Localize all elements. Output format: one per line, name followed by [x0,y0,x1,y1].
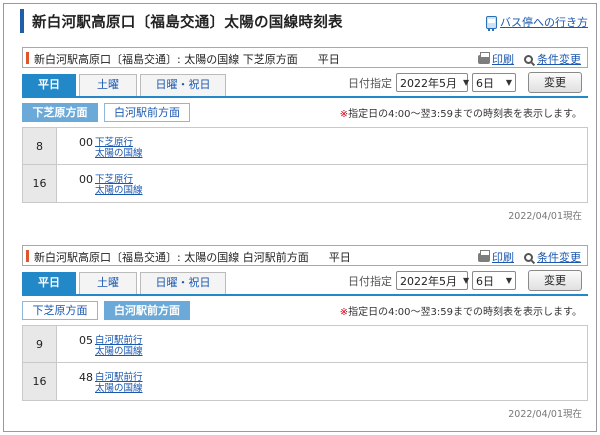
departure-minute: 48 [79,371,93,384]
direction-row: 下芝原方面 白河駅前方面 ※指定日の4:00～翌3:59までの時刻表を表示します… [22,100,588,124]
tab-sunday-holiday[interactable]: 日曜・祝日 [140,74,226,96]
notice-text: 指定日の4:00～翌3:59までの時刻表を表示します。 [348,109,582,120]
tab-saturday[interactable]: 土曜 [79,74,137,96]
timetable-section-shirakawa-ekimae: 新白河駅高原口〔福島交通〕: 太陽の国線 白河駅前方面 平日 印刷 条件変更 平日… [22,245,588,420]
notice-mark: ※ [339,109,349,120]
month-select-value: 2022年5月 [400,274,457,288]
day-select[interactable]: 6日 ▼ [472,73,516,92]
departure-minute: 05 [79,334,93,347]
title-accent-bar [20,9,24,33]
print-link[interactable]: 印刷 [478,51,514,67]
change-conditions-label: 条件変更 [537,53,581,66]
direction-tab-shimoshibahara[interactable]: 下芝原方面 [22,301,98,320]
direction-tab-shirakawa-ekimae[interactable]: 白河駅前方面 [104,301,190,320]
section-header: 新白河駅高原口〔福島交通〕: 太陽の国線 下芝原方面 平日 印刷 条件変更 [22,47,588,68]
bus-stop-directions-link[interactable]: バス停への行き方 [486,14,588,31]
direction-row: 下芝原方面 白河駅前方面 ※指定日の4:00～翌3:59までの時刻表を表示します… [22,298,588,322]
page-title: 新白河駅高原口〔福島交通〕太陽の国線時刻表 [32,15,343,31]
as-of-date: 2022/04/01現在 [508,409,582,420]
chevron-down-icon: ▼ [463,78,470,87]
hour-cell: 9 [23,326,57,362]
change-conditions-link[interactable]: 条件変更 [524,249,581,265]
departure-route[interactable]: 太陽の国線 [95,145,143,159]
departure-minute: 00 [79,136,93,149]
direction-tab-shirakawa-ekimae[interactable]: 白河駅前方面 [104,103,190,122]
date-picker: 日付指定 2022年5月 ▼ 6日 ▼ 変更 [348,72,582,93]
print-link[interactable]: 印刷 [478,249,514,265]
section-accent-bar [26,52,29,64]
direction-tab-shimoshibahara[interactable]: 下芝原方面 [22,103,98,122]
day-select-value: 6日 [476,76,494,90]
hour-cell: 8 [23,128,57,164]
day-tab-row: 平日 土曜 日曜・祝日 日付指定 2022年5月 ▼ 6日 ▼ 変更 [22,72,588,98]
chevron-down-icon: ▼ [505,78,512,87]
section-accent-bar [26,250,29,262]
change-button[interactable]: 変更 [528,270,582,291]
page-header: 新白河駅高原口〔福島交通〕太陽の国線時刻表 バス停への行き方 [20,9,590,37]
hour-cell: 16 [23,165,57,202]
table-row: 16 48 白河駅前行 太陽の国線 [23,363,587,400]
time-range-notice: ※指定日の4:00～翌3:59までの時刻表を表示します。 [340,303,582,318]
change-conditions-label: 条件変更 [537,251,581,264]
date-label: 日付指定 [348,274,392,288]
departure-route[interactable]: 太陽の国線 [95,343,143,357]
print-label: 印刷 [492,53,514,66]
magnifier-icon [524,54,533,64]
tab-saturday[interactable]: 土曜 [79,272,137,294]
timetable: 8 00 下芝原行 太陽の国線 16 00 下芝原行 太陽の国線 [22,127,588,203]
departure-minute: 00 [79,173,93,186]
section-title: 新白河駅高原口〔福島交通〕: 太陽の国線 下芝原方面 平日 [34,51,340,67]
section-title-text: 新白河駅高原口〔福島交通〕: 太陽の国線 下芝原方面 [34,53,298,66]
timetable: 9 05 白河駅前行 太陽の国線 16 48 白河駅前行 太陽の国線 [22,325,588,401]
bus-stop-directions-label: バス停への行き方 [500,16,588,29]
table-row: 9 05 白河駅前行 太陽の国線 [23,326,587,363]
section-actions: 印刷 条件変更 [478,249,581,265]
printer-icon [478,51,490,64]
day-select-value: 6日 [476,274,494,288]
section-title-text: 新白河駅高原口〔福島交通〕: 太陽の国線 白河駅前方面 [34,251,309,264]
departure-route[interactable]: 太陽の国線 [95,182,143,196]
time-range-notice: ※指定日の4:00～翌3:59までの時刻表を表示します。 [340,105,582,120]
chevron-down-icon: ▼ [463,276,470,285]
magnifier-icon [524,252,533,262]
notice-text: 指定日の4:00～翌3:59までの時刻表を表示します。 [348,307,582,318]
change-conditions-link[interactable]: 条件変更 [524,51,581,67]
section-actions: 印刷 条件変更 [478,51,581,67]
section-title: 新白河駅高原口〔福島交通〕: 太陽の国線 白河駅前方面 平日 [34,249,351,265]
timetable-section-shimoshibahara: 新白河駅高原口〔福島交通〕: 太陽の国線 下芝原方面 平日 印刷 条件変更 平日 … [22,47,588,222]
section-day-type: 平日 [317,53,340,66]
date-label: 日付指定 [348,76,392,90]
table-row: 8 00 下芝原行 太陽の国線 [23,128,587,165]
day-tab-row: 平日 土曜 日曜・祝日 日付指定 2022年5月 ▼ 6日 ▼ 変更 [22,270,588,296]
section-header: 新白河駅高原口〔福島交通〕: 太陽の国線 白河駅前方面 平日 印刷 条件変更 [22,245,588,266]
month-select[interactable]: 2022年5月 ▼ [396,73,470,92]
printer-icon [478,249,490,262]
table-row: 16 00 下芝原行 太陽の国線 [23,165,587,202]
month-select-value: 2022年5月 [400,76,457,90]
notice-mark: ※ [339,307,349,318]
section-day-type: 平日 [328,251,351,264]
hour-cell: 16 [23,363,57,400]
as-of-date: 2022/04/01現在 [508,211,582,222]
chevron-down-icon: ▼ [505,276,512,285]
month-select[interactable]: 2022年5月 ▼ [396,271,470,290]
print-label: 印刷 [492,251,514,264]
departure-route[interactable]: 太陽の国線 [95,380,143,394]
tab-sunday-holiday[interactable]: 日曜・祝日 [140,272,226,294]
bus-icon [486,15,497,31]
date-picker: 日付指定 2022年5月 ▼ 6日 ▼ 変更 [348,270,582,291]
tab-weekday[interactable]: 平日 [22,74,76,96]
day-select[interactable]: 6日 ▼ [472,271,516,290]
tab-weekday[interactable]: 平日 [22,272,76,294]
change-button[interactable]: 変更 [528,72,582,93]
